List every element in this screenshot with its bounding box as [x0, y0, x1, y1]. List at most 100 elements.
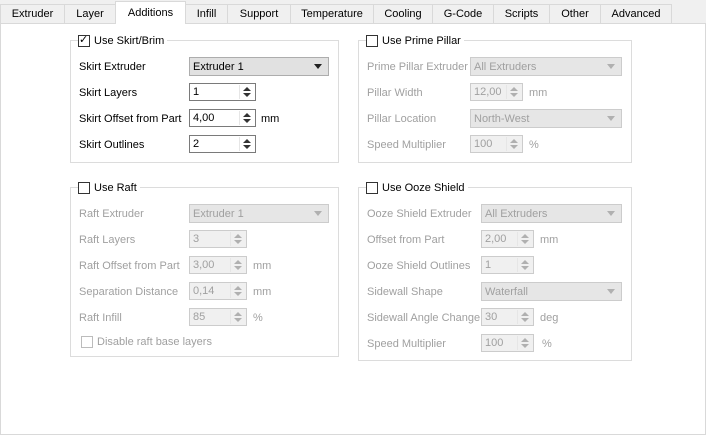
prime-speed-value: 100 [474, 138, 493, 150]
ooze-extruder-select[interactable]: All Extruders [481, 204, 622, 223]
raft-extruder-select[interactable]: Extruder 1 [189, 204, 329, 223]
skirt-outlines-input[interactable]: 2 [189, 135, 256, 153]
ooze-shield-checkbox[interactable] [366, 182, 378, 194]
spin-arrows-icon[interactable] [230, 232, 245, 246]
pillar-location-select[interactable]: North-West [470, 109, 622, 128]
raft-offset-input[interactable]: 3,00 [189, 256, 247, 274]
tab-support[interactable]: Support [227, 4, 291, 23]
pillar-location-label: Pillar Location [367, 113, 437, 125]
pillar-width-label: Pillar Width [367, 87, 423, 99]
spin-arrows-icon[interactable] [517, 336, 532, 350]
prime-pillar-title: Use Prime Pillar [382, 35, 461, 47]
tab-layer[interactable]: Layer [64, 4, 116, 23]
spin-arrows-icon[interactable] [517, 310, 532, 324]
skirt-extruder-value: Extruder 1 [193, 61, 244, 73]
raft-layers-label: Raft Layers [79, 234, 136, 246]
spin-arrows-icon[interactable] [239, 85, 254, 99]
spin-arrows-icon[interactable] [239, 137, 254, 151]
checkmark-icon: ✓ [79, 34, 89, 46]
sidewall-angle-input[interactable]: 30 [481, 308, 534, 326]
raft-extruder-label: Raft Extruder [79, 208, 144, 220]
raft-title: Use Raft [94, 182, 137, 194]
ooze-offset-label: Offset from Part [367, 234, 445, 246]
raft-extruder-value: Extruder 1 [193, 208, 244, 220]
prime-speed-unit: % [529, 139, 539, 151]
ooze-speed-value: 100 [485, 337, 504, 349]
spin-arrows-icon[interactable] [517, 258, 532, 272]
raft-checkbox[interactable] [78, 182, 90, 194]
skirt-layers-input[interactable]: 1 [189, 83, 256, 101]
tab-bar: Extruder Layer Additions Infill Support … [0, 0, 706, 24]
chevron-down-icon [314, 211, 322, 216]
tab-other[interactable]: Other [549, 4, 601, 23]
skirt-offset-label: Skirt Offset from Part [79, 113, 182, 125]
disable-raft-base-label: Disable raft base layers [97, 336, 212, 348]
ooze-offset-unit: mm [540, 234, 559, 246]
spin-arrows-icon[interactable] [506, 137, 521, 151]
prime-extruder-select[interactable]: All Extruders [470, 57, 622, 76]
raft-offset-label: Raft Offset from Part [79, 260, 180, 272]
skirt-extruder-label: Skirt Extruder [79, 61, 146, 73]
tab-cooling[interactable]: Cooling [373, 4, 433, 23]
sidewall-shape-select[interactable]: Waterfall [481, 282, 622, 301]
pillar-location-value: North-West [474, 113, 530, 125]
skirt-offset-unit: mm [261, 113, 280, 125]
ooze-outlines-input[interactable]: 1 [481, 256, 534, 274]
skirt-brim-toggle[interactable]: ✓ Use Skirt/Brim [78, 34, 168, 48]
tab-advanced[interactable]: Advanced [600, 4, 672, 23]
raft-infill-input[interactable]: 85 [189, 308, 247, 326]
raft-layers-value: 3 [193, 233, 200, 245]
raft-infill-value: 85 [193, 311, 206, 323]
pillar-width-unit: mm [529, 87, 548, 99]
prime-pillar-toggle[interactable]: Use Prime Pillar [366, 34, 464, 48]
ooze-speed-unit: % [542, 338, 552, 350]
pillar-width-value: 12,00 [474, 86, 502, 98]
ooze-offset-value: 2,00 [485, 233, 507, 245]
separation-distance-unit: mm [253, 286, 272, 298]
tab-extruder[interactable]: Extruder [0, 4, 65, 23]
ooze-outlines-value: 1 [485, 259, 492, 271]
ooze-outlines-label: Ooze Shield Outlines [367, 260, 471, 272]
skirt-layers-value: 1 [193, 86, 200, 98]
spin-arrows-icon[interactable] [230, 258, 245, 272]
chevron-down-icon [607, 116, 615, 121]
tab-temperature[interactable]: Temperature [290, 4, 374, 23]
tab-infill[interactable]: Infill [185, 4, 228, 23]
sidewall-shape-value: Waterfall [485, 286, 528, 298]
spin-arrows-icon[interactable] [230, 284, 245, 298]
spin-arrows-icon[interactable] [230, 310, 245, 324]
prime-speed-label: Speed Multiplier [367, 139, 446, 151]
chevron-down-icon [607, 64, 615, 69]
tab-additions[interactable]: Additions [115, 1, 186, 24]
raft-infill-label: Raft Infill [79, 312, 122, 324]
prime-speed-input[interactable]: 100 [470, 135, 523, 153]
raft-toggle[interactable]: Use Raft [78, 181, 140, 195]
chevron-down-icon [314, 64, 322, 69]
ooze-extruder-value: All Extruders [485, 208, 548, 220]
chevron-down-icon [607, 211, 615, 216]
ooze-offset-input[interactable]: 2,00 [481, 230, 534, 248]
skirt-brim-checkbox[interactable]: ✓ [78, 34, 90, 47]
skirt-offset-input[interactable]: 4,00 [189, 109, 256, 127]
sidewall-angle-label: Sidewall Angle Change [367, 312, 481, 324]
ooze-speed-label: Speed Multiplier [367, 338, 446, 350]
skirt-brim-title: Use Skirt/Brim [94, 35, 165, 47]
separation-distance-input[interactable]: 0,14 [189, 282, 247, 300]
chevron-down-icon [607, 289, 615, 294]
prime-extruder-label: Prime Pillar Extruder [367, 61, 468, 73]
sidewall-angle-unit: deg [540, 312, 559, 324]
skirt-extruder-select[interactable]: Extruder 1 [189, 57, 329, 76]
skirt-offset-value: 4,00 [193, 112, 215, 124]
ooze-extruder-label: Ooze Shield Extruder [367, 208, 472, 220]
ooze-shield-toggle[interactable]: Use Ooze Shield [366, 181, 468, 195]
ooze-speed-input[interactable]: 100 [481, 334, 534, 352]
pillar-width-input[interactable]: 12,00 [470, 83, 523, 101]
spin-arrows-icon[interactable] [239, 111, 254, 125]
tab-g-code[interactable]: G-Code [432, 4, 494, 23]
prime-pillar-checkbox[interactable] [366, 35, 378, 47]
spin-arrows-icon[interactable] [517, 232, 532, 246]
disable-raft-base-checkbox[interactable] [81, 336, 93, 348]
raft-layers-input[interactable]: 3 [189, 230, 247, 248]
spin-arrows-icon[interactable] [506, 85, 521, 99]
tab-scripts[interactable]: Scripts [493, 4, 550, 23]
